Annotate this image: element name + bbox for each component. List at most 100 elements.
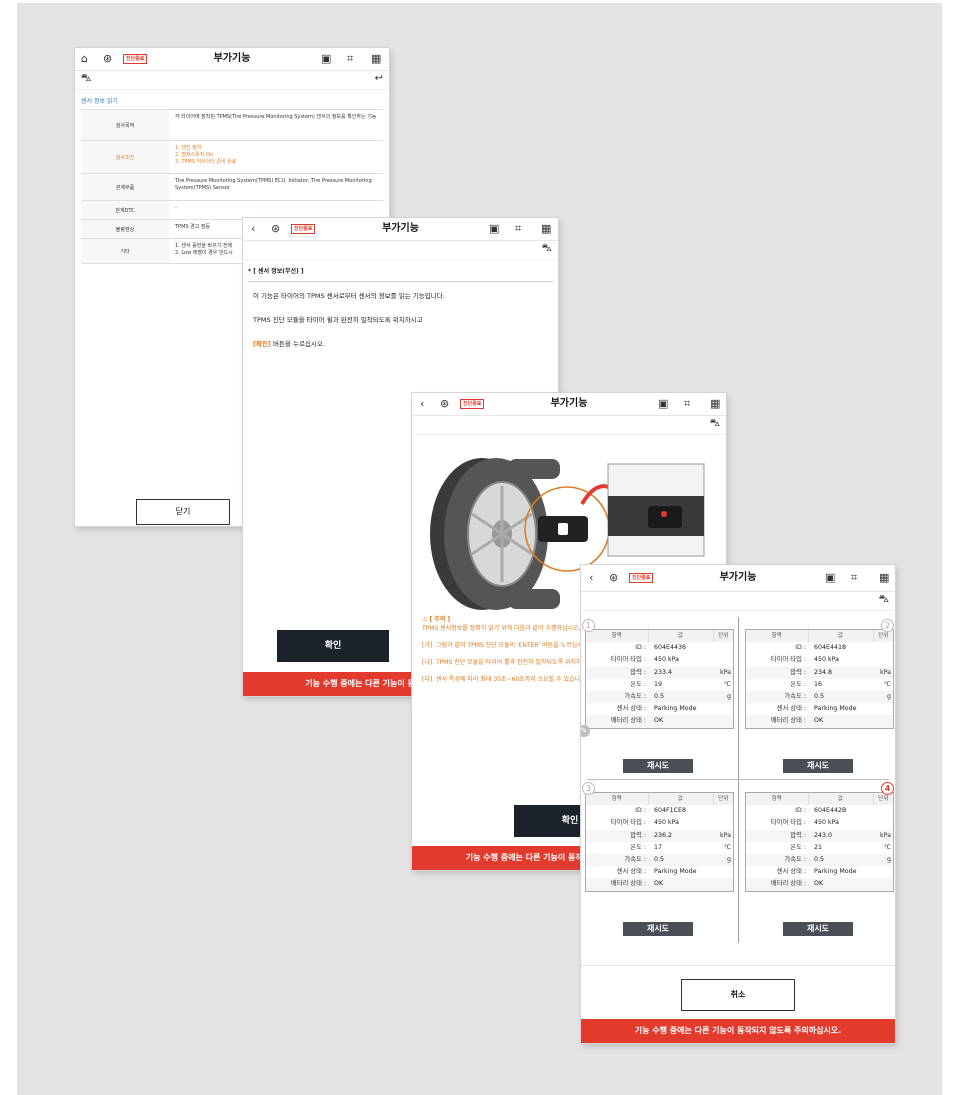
row-label: ID : (795, 807, 806, 815)
table-row: 배터리 상태 : OK (586, 878, 733, 891)
vehicle-icon[interactable]: ⛍ (542, 243, 552, 256)
row-value: 0.5 (648, 854, 713, 867)
row-unit: ℃ (723, 680, 731, 688)
warning-footer: 기능 수행 중에는 다른 기능이 동작되지 않도록 주의하십시오. (581, 1019, 895, 1043)
table-header-row: 항목 값 단위 (746, 793, 893, 806)
row-label: 배터리 상태 : (746, 878, 808, 891)
row-value: 450 kPa (654, 819, 680, 827)
top-bar: ⌂ ⊛ 진단종료 부가기능 ▣ ⌗ ▦ (75, 48, 389, 71)
table-row: 가속도 :0.5 g (746, 854, 893, 867)
retry-button-3[interactable]: 재시도 (623, 922, 693, 936)
table-row: 센서 상태 : Parking Mode (586, 703, 733, 715)
header-value: 값 (808, 630, 874, 643)
row-value: Parking Mode (654, 705, 697, 713)
table-row: 압력 :234.8 kPa (746, 666, 893, 679)
tire-position-3: 3 (582, 782, 595, 795)
header-value: 값 (648, 793, 714, 806)
table-row: 압력 :233.4 kPa (586, 666, 733, 679)
capture-icon[interactable]: ⌗ (684, 393, 690, 415)
table-row: 센서 상태 : Parking Mode (746, 866, 893, 878)
header-value: 값 (648, 630, 714, 643)
retry-button-4[interactable]: 재시도 (783, 922, 853, 936)
row-unit (713, 805, 733, 817)
row-unit (713, 642, 733, 654)
capture-icon[interactable]: ⌗ (851, 565, 857, 591)
row-value: 604E4436 (654, 644, 687, 652)
row-unit (873, 654, 893, 666)
row-label: 타이어 타입 : (610, 819, 646, 827)
row-value: 1. 엔진 정지 2. 점화스위치 On 3. TPMS 익사이터 준비 완료 (175, 145, 237, 165)
retry-button-2[interactable]: 재시도 (783, 759, 853, 773)
row-label: 센서 상태 : (776, 868, 806, 876)
row-value: OK (648, 715, 713, 728)
back-icon[interactable]: ↩ (375, 73, 383, 84)
edit-pencil-icon[interactable]: ✎ (581, 725, 590, 737)
table-row: 배터리 상태 : OK (746, 715, 893, 728)
row-value: 450 kPa (814, 819, 840, 827)
table-row: ID : 604E4436 (586, 642, 733, 654)
row-label: 센서 상태 : (776, 705, 806, 713)
cancel-button[interactable]: 취소 (681, 979, 795, 1011)
row-unit (873, 805, 893, 817)
table-row: 온도 : 17 ℃ (586, 842, 733, 854)
header-item: 항목 (586, 630, 649, 643)
menu-grid-icon[interactable]: ▦ (710, 393, 720, 415)
device-icon[interactable]: ▣ (489, 218, 499, 240)
vehicle-icon[interactable]: ⛍ (710, 418, 720, 431)
menu-grid-icon[interactable]: ▦ (879, 565, 889, 591)
row-key: 검사조건 (81, 141, 169, 173)
row-unit (873, 642, 893, 654)
row-value: Tire Pressure Monitoring System(TPMS) EC… (175, 178, 372, 191)
row-value: 450 kPa (814, 656, 840, 664)
header-value: 값 (808, 793, 874, 806)
sub-toolbar: ⛍ (412, 416, 726, 435)
device-icon[interactable]: ▣ (321, 48, 331, 70)
row-unit (713, 715, 733, 728)
row-value: 19 (654, 680, 663, 688)
header-unit: 단위 (873, 793, 893, 806)
menu-grid-icon[interactable]: ▦ (371, 48, 381, 70)
row-unit (713, 878, 733, 891)
tire-data-table: 항목 값 단위 ID :604E4436 타이어 타입 :450 kPa 압력 :233.… (586, 630, 733, 728)
capture-icon[interactable]: ⌗ (347, 48, 353, 70)
device-icon[interactable]: ▣ (658, 393, 668, 415)
tire-position-1: 1 (582, 619, 595, 632)
instruction-text: TPMS 진단 모듈을 타이어 휠과 완전히 밀착되도록 위치하시고 (253, 316, 423, 324)
capture-icon[interactable]: ⌗ (515, 218, 521, 240)
row-unit: ℃ (723, 843, 731, 851)
row-value: Parking Mode (654, 868, 697, 876)
vehicle-icon[interactable]: ⛍ (81, 73, 91, 86)
vertical-divider (738, 617, 739, 943)
top-bar: ‹ ⊛ 진단종료 부가기능 ▣ ⌗ ▦ (243, 218, 558, 241)
row-unit: kPa (873, 666, 893, 679)
row-key: 불량현상 (81, 220, 169, 238)
row-value: 234.8 (808, 666, 873, 679)
instruction-text: [확인] 버튼을 누르십시오. (243, 324, 558, 348)
row-key: 관계DTC (81, 201, 169, 219)
screen-sensor-results: ‹ ⊛ 진단종료 부가기능 ▣ ⌗ ▦ ⛍ 항목 값 단위 ID :604E4436 타… (581, 565, 895, 1043)
row-label: 가속도 : (586, 691, 648, 704)
row-unit (873, 703, 893, 715)
retry-button-1[interactable]: 재시도 (623, 759, 693, 773)
row-value: Parking Mode (814, 705, 857, 713)
row-unit: g (873, 854, 893, 867)
row-value: 233.4 (648, 666, 713, 679)
confirm-button[interactable]: 확인 (277, 630, 389, 662)
row-label: 가속도 : (746, 691, 808, 704)
table-row: 타이어 타입 : 450 kPa (586, 654, 733, 666)
table-row: 온도 : 21 ℃ (746, 842, 893, 854)
device-icon[interactable]: ▣ (825, 565, 835, 591)
menu-grid-icon[interactable]: ▦ (541, 218, 551, 240)
row-label: 압력 : (746, 829, 808, 842)
row-unit: kPa (713, 666, 733, 679)
row-unit: g (713, 691, 733, 704)
row-value: 21 (814, 843, 823, 851)
table-header-row: 항목 값 단위 (746, 630, 893, 643)
top-bar: ‹ ⊛ 진단종료 부가기능 ▣ ⌗ ▦ (412, 393, 726, 416)
row-unit (713, 866, 733, 878)
vehicle-icon[interactable]: ⛍ (879, 594, 889, 607)
close-button[interactable]: 닫기 (136, 499, 230, 525)
row-value: 17 (654, 843, 663, 851)
row-label: 가속도 : (746, 854, 808, 867)
row-value: 16 (814, 680, 823, 688)
